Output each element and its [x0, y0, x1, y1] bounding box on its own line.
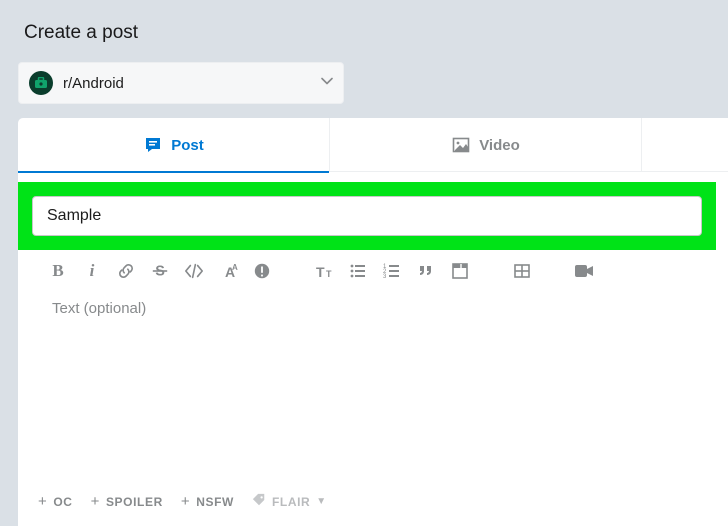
chevron-down-icon: ▼	[316, 496, 327, 507]
svg-text:T: T	[316, 264, 325, 280]
numbered-list-button[interactable]: 123	[382, 260, 402, 282]
oc-label: OC	[53, 495, 72, 509]
svg-text:A: A	[232, 263, 238, 272]
image-icon	[451, 135, 471, 155]
tab-video-label: Video	[479, 137, 520, 154]
spoiler-tag-button[interactable]: + SPOILER	[91, 494, 163, 509]
italic-button[interactable]: i	[82, 260, 102, 282]
code-block-button[interactable]	[450, 260, 470, 282]
oc-tag-button[interactable]: + OC	[38, 494, 73, 509]
plus-icon: +	[38, 494, 47, 509]
editor-toolbar: B i S AA TT 123	[18, 250, 728, 286]
tab-video[interactable]: Video	[330, 118, 642, 172]
tag-icon	[252, 493, 266, 510]
post-type-tabs: Post Video	[18, 118, 728, 172]
nsfw-label: NSFW	[196, 495, 234, 509]
flair-label: FLAIR	[272, 495, 310, 509]
quote-button[interactable]	[416, 260, 436, 282]
superscript-button[interactable]: AA	[218, 260, 238, 282]
spoiler-label: SPOILER	[106, 495, 163, 509]
spoiler-button[interactable]	[252, 260, 272, 282]
link-button[interactable]	[116, 260, 136, 282]
strikethrough-button[interactable]: S	[150, 260, 170, 282]
post-icon	[143, 135, 163, 155]
nsfw-tag-button[interactable]: + NSFW	[181, 494, 234, 509]
plus-icon: +	[91, 494, 100, 509]
heading-button[interactable]: TT	[314, 260, 334, 282]
chevron-down-icon	[321, 74, 333, 92]
video-button[interactable]	[574, 260, 594, 282]
page-title: Create a post	[0, 0, 728, 62]
tab-post[interactable]: Post	[18, 118, 330, 172]
svg-text:T: T	[326, 269, 332, 279]
title-input[interactable]	[32, 196, 702, 236]
svg-text:3: 3	[383, 274, 387, 280]
tag-row: + OC + SPOILER + NSFW FLAIR ▼	[38, 493, 327, 510]
title-highlight	[18, 182, 716, 250]
body-editor[interactable]: Text (optional)	[18, 286, 728, 317]
community-selector[interactable]: r/Android	[18, 62, 344, 104]
plus-icon: +	[181, 494, 190, 509]
bulleted-list-button[interactable]	[348, 260, 368, 282]
tab-post-label: Post	[171, 137, 204, 154]
inline-code-button[interactable]	[184, 260, 204, 282]
community-avatar	[29, 71, 53, 95]
post-card: Post Video B i S AA TT	[18, 118, 728, 526]
bold-button[interactable]: B	[48, 260, 68, 282]
community-name: r/Android	[63, 75, 321, 92]
flair-button[interactable]: FLAIR ▼	[252, 493, 327, 510]
table-button[interactable]	[512, 260, 532, 282]
